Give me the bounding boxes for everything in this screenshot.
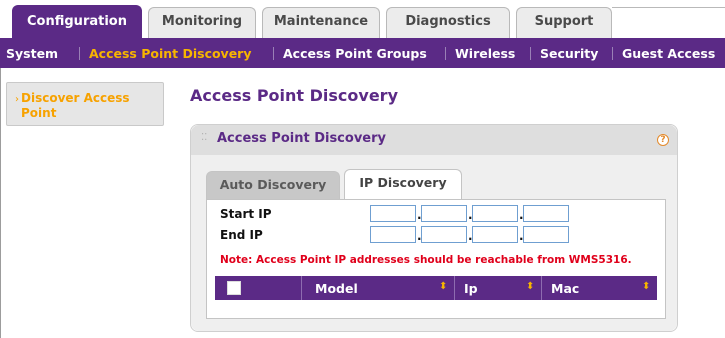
sort-icon[interactable]: ⬍ xyxy=(526,281,534,292)
page-border xyxy=(0,68,4,338)
start-ip-octet-1[interactable] xyxy=(370,205,416,222)
start-ip-label: Start IP xyxy=(220,207,272,221)
tab-diagnostics[interactable]: Diagnostics xyxy=(386,7,510,38)
sidebar-item-discover-access-point[interactable]: › Discover Access Point xyxy=(6,82,164,126)
column-separator xyxy=(541,276,542,300)
column-mac[interactable]: Mac xyxy=(551,281,579,296)
column-model[interactable]: Model xyxy=(315,281,358,296)
sort-icon[interactable]: ⬍ xyxy=(642,281,650,292)
end-ip-octet-1[interactable] xyxy=(370,226,416,243)
tab-configuration[interactable]: Configuration xyxy=(12,5,142,38)
tab-support[interactable]: Support xyxy=(516,7,612,38)
discovery-panel: ⁚⁚ Access Point Discovery ? Auto Discove… xyxy=(190,124,678,332)
select-all-checkbox[interactable] xyxy=(227,281,241,295)
start-ip-octet-4[interactable] xyxy=(523,205,569,222)
subnav-system[interactable]: System xyxy=(6,46,58,61)
subnav-separator xyxy=(612,47,613,60)
table-header: Model ⬍ Ip ⬍ Mac ⬍ xyxy=(215,276,657,300)
arrow-right-icon: › xyxy=(15,94,19,105)
panel-title: Access Point Discovery xyxy=(217,131,386,146)
start-ip-octet-2[interactable] xyxy=(421,205,467,222)
subnav-guest-access[interactable]: Guest Access xyxy=(622,46,715,61)
subnav-separator xyxy=(445,47,446,60)
panel-body: Auto Discovery IP Discovery Start IP . .… xyxy=(191,155,677,331)
tab-auto-discovery[interactable]: Auto Discovery xyxy=(206,171,340,199)
subnav-separator xyxy=(79,47,80,60)
start-ip-octet-3[interactable] xyxy=(472,205,518,222)
subnav-security[interactable]: Security xyxy=(540,46,598,61)
subnav-access-point-groups[interactable]: Access Point Groups xyxy=(283,46,427,61)
help-icon[interactable]: ? xyxy=(657,134,669,146)
end-ip-octet-2[interactable] xyxy=(421,226,467,243)
subnav-separator xyxy=(273,47,274,60)
end-ip-octet-4[interactable] xyxy=(523,226,569,243)
column-separator xyxy=(301,276,302,300)
subnav-separator xyxy=(530,47,531,60)
end-ip-octet-3[interactable] xyxy=(472,226,518,243)
ip-discovery-form: Start IP . . . End IP . . . Note: Access… xyxy=(206,199,666,319)
page-title: Access Point Discovery xyxy=(190,86,398,105)
column-separator xyxy=(454,276,455,300)
subnav-access-point-discovery[interactable]: Access Point Discovery xyxy=(89,46,252,61)
tab-bar-edge xyxy=(612,7,725,38)
tab-maintenance[interactable]: Maintenance xyxy=(262,7,380,38)
subnav-wireless[interactable]: Wireless xyxy=(455,46,515,61)
tab-monitoring[interactable]: Monitoring xyxy=(148,7,256,38)
drag-handle-icon: ⁚⁚ xyxy=(201,132,208,143)
panel-header: ⁚⁚ Access Point Discovery ? xyxy=(191,125,677,155)
sidebar-item-label: Discover Access Point xyxy=(21,91,130,120)
end-ip-label: End IP xyxy=(220,228,263,242)
sub-navigation: System Access Point Discovery Access Poi… xyxy=(0,38,725,68)
sort-icon[interactable]: ⬍ xyxy=(439,281,447,292)
column-ip[interactable]: Ip xyxy=(464,281,478,296)
top-tab-bar: Configuration Monitoring Maintenance Dia… xyxy=(0,0,725,38)
tab-ip-discovery[interactable]: IP Discovery xyxy=(344,169,462,200)
reachability-note: Note: Access Point IP addresses should b… xyxy=(220,254,632,266)
